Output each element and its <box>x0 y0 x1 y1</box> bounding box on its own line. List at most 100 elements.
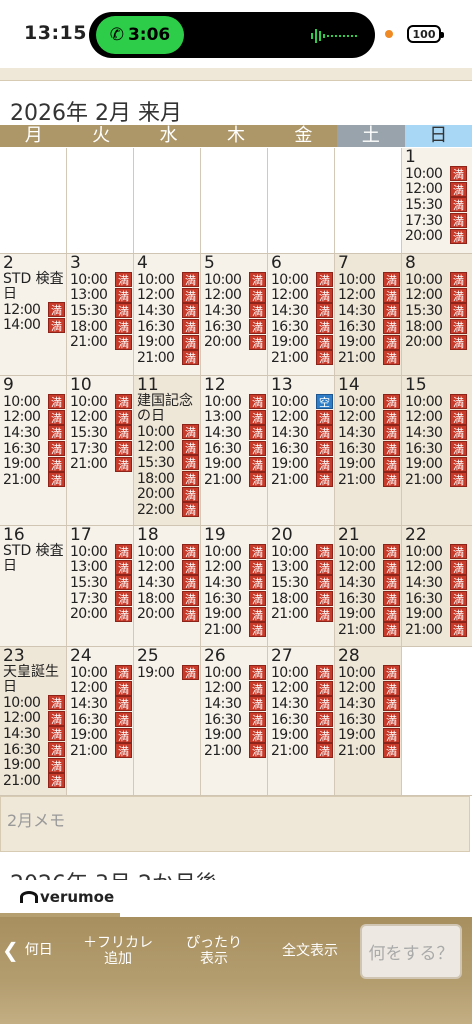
time-slot[interactable]: 12:00 満 <box>338 287 401 303</box>
time-slot[interactable]: 16:30 満 <box>405 441 472 457</box>
time-slot[interactable]: 14:30 満 <box>3 425 66 441</box>
back-button[interactable]: ❮ 何日 <box>2 940 53 960</box>
calendar-day-cell[interactable]: 13 10:00 空 12:00 満 14:30 満 16:30 満 19:00 満 21:00 満 <box>268 376 335 525</box>
time-slot[interactable]: 17:30 満 <box>70 591 133 607</box>
calendar-day-cell[interactable]: 25 19:00 満 <box>134 647 201 795</box>
time-slot[interactable]: 16:30 満 <box>204 319 267 335</box>
calendar-day-cell[interactable]: 6 10:00 満 12:00 満 14:30 満 16:30 満 19:00 満 21:00 満 <box>268 254 335 375</box>
time-slot[interactable]: 10:00 満 <box>137 424 200 440</box>
time-slot[interactable]: 12:00 満 <box>204 680 267 696</box>
calendar-day-cell[interactable]: 10 10:00 満 12:00 満 15:30 満 17:30 満 21:00 満 <box>67 376 134 525</box>
calendar-day-cell[interactable]: 14 10:00 満 12:00 満 14:30 満 16:30 満 19:00 満 21:00 満 <box>335 376 402 525</box>
time-slot[interactable]: 12:00 満 <box>271 409 334 425</box>
calendar-day-cell[interactable]: 18 10:00 満 12:00 満 14:30 満 18:00 満 20:00 満 <box>134 526 201 646</box>
time-slot[interactable]: 14:30 満 <box>338 696 401 712</box>
time-slot[interactable]: 12:00 満 <box>338 680 401 696</box>
calendar-day-cell[interactable]: 27 10:00 満 12:00 満 14:30 満 16:30 満 19:00 満 21:00 満 <box>268 647 335 795</box>
calendar-day-cell[interactable]: 4 10:00 満 12:00 満 14:30 満 16:30 満 19:00 満 21:00 満 <box>134 254 201 375</box>
time-slot[interactable]: 20:00 満 <box>405 334 472 350</box>
time-slot[interactable]: 16:30 満 <box>204 441 267 457</box>
calendar-day-cell[interactable]: 16 STD 検査日 <box>0 526 67 646</box>
calendar-day-cell[interactable]: 5 10:00 満 12:00 満 14:30 満 16:30 満 20:00 満 <box>201 254 268 375</box>
time-slot[interactable]: 12:00 満 <box>338 559 401 575</box>
time-slot[interactable]: 20:00 満 <box>204 334 267 350</box>
time-slot[interactable]: 14:30 満 <box>271 303 334 319</box>
time-slot[interactable]: 19:00 満 <box>3 757 66 773</box>
time-slot[interactable]: 14:30 満 <box>338 425 401 441</box>
add-furigana-button[interactable]: ＋フリカレ 追加 <box>76 935 160 967</box>
time-slot[interactable]: 14:30 満 <box>70 696 133 712</box>
time-slot[interactable]: 12:00 満 <box>204 559 267 575</box>
time-slot[interactable]: 19:00 満 <box>137 334 200 350</box>
time-slot[interactable]: 14:30 満 <box>338 575 401 591</box>
time-slot[interactable]: 10:00 空 <box>271 394 334 410</box>
time-slot[interactable]: 12:00 満 <box>405 409 472 425</box>
time-slot[interactable]: 21:00 満 <box>271 472 334 488</box>
time-slot[interactable]: 21:00 満 <box>137 350 200 366</box>
time-slot[interactable]: 10:00 満 <box>137 544 200 560</box>
calendar-day-cell[interactable]: 17 10:00 満 13:00 満 15:30 満 17:30 満 20:00 満 <box>67 526 134 646</box>
time-slot[interactable]: 20:00 満 <box>137 606 200 622</box>
calendar-day-cell[interactable]: 15 10:00 満 12:00 満 14:30 満 16:30 満 19:00 満 21:00 満 <box>402 376 472 525</box>
time-slot[interactable]: 21:00 満 <box>70 334 133 350</box>
time-slot[interactable]: 21:00 満 <box>338 472 401 488</box>
calendar-day-cell[interactable]: 23 天皇誕生日 10:00 満 12:00 満 14:30 満 16:30 満 19:00 満 21:… <box>0 647 67 795</box>
time-slot[interactable]: 13:00 満 <box>70 287 133 303</box>
time-slot[interactable]: 15:30 満 <box>271 575 334 591</box>
time-slot[interactable]: 18:00 満 <box>271 591 334 607</box>
time-slot[interactable]: 10:00 満 <box>338 665 401 681</box>
time-slot[interactable]: 21:00 満 <box>3 472 66 488</box>
time-slot[interactable]: 21:00 満 <box>3 773 66 789</box>
time-slot[interactable]: 12:00 満 <box>3 302 66 318</box>
time-slot[interactable]: 10:00 満 <box>204 665 267 681</box>
calendar-day-cell[interactable]: 1 10:00 満 12:00 満 15:30 満 17:30 満 20:00 満 <box>402 148 472 253</box>
time-slot[interactable]: 14:30 満 <box>204 425 267 441</box>
time-slot[interactable]: 10:00 満 <box>405 272 472 288</box>
time-slot[interactable]: 18:00 満 <box>70 319 133 335</box>
time-slot[interactable]: 16:30 満 <box>405 591 472 607</box>
time-slot[interactable]: 22:00 満 <box>137 502 200 518</box>
time-slot[interactable]: 10:00 満 <box>271 665 334 681</box>
time-slot[interactable]: 18:00 満 <box>137 591 200 607</box>
time-slot[interactable]: 16:30 満 <box>3 441 66 457</box>
time-slot[interactable]: 12:00 満 <box>338 409 401 425</box>
time-slot[interactable]: 20:00 満 <box>405 228 472 244</box>
time-slot[interactable]: 19:00 満 <box>405 606 472 622</box>
time-slot[interactable]: 10:00 満 <box>271 272 334 288</box>
time-slot[interactable]: 15:30 満 <box>70 303 133 319</box>
time-slot[interactable]: 12:00 満 <box>271 680 334 696</box>
calendar-day-cell[interactable]: 8 10:00 満 12:00 満 15:30 満 18:00 満 20:00 満 <box>402 254 472 375</box>
time-slot[interactable]: 19:00 満 <box>70 727 133 743</box>
time-slot[interactable]: 20:00 満 <box>70 606 133 622</box>
calendar-day-cell[interactable]: 9 10:00 満 12:00 満 14:30 満 16:30 満 19:00 満 21:00 満 <box>0 376 67 525</box>
calendar-day-cell[interactable]: 19 10:00 満 12:00 満 14:30 満 16:30 満 19:00 満 21:00 満 <box>201 526 268 646</box>
time-slot[interactable]: 19:00 満 <box>405 456 472 472</box>
calendar-day-cell[interactable]: 20 10:00 満 13:00 満 15:30 満 18:00 満 21:00 満 <box>268 526 335 646</box>
time-slot[interactable]: 19:00 満 <box>271 456 334 472</box>
time-slot[interactable]: 21:00 満 <box>204 472 267 488</box>
time-slot[interactable]: 21:00 満 <box>271 350 334 366</box>
time-slot[interactable]: 15:30 満 <box>405 197 472 213</box>
time-slot[interactable]: 16:30 満 <box>271 441 334 457</box>
time-slot[interactable]: 19:00 満 <box>338 456 401 472</box>
time-slot[interactable]: 21:00 満 <box>405 472 472 488</box>
time-slot[interactable]: 10:00 満 <box>70 544 133 560</box>
time-slot[interactable]: 21:00 満 <box>338 622 401 638</box>
time-slot[interactable]: 14:30 満 <box>405 575 472 591</box>
time-slot[interactable]: 14:30 満 <box>137 575 200 591</box>
time-slot[interactable]: 14:30 満 <box>137 303 200 319</box>
time-slot[interactable]: 14:30 満 <box>204 575 267 591</box>
time-slot[interactable]: 19:00 満 <box>338 727 401 743</box>
calendar-day-cell[interactable]: 22 10:00 満 12:00 満 14:30 満 16:30 満 19:00 満 21:00 満 <box>402 526 472 646</box>
time-slot[interactable]: 14:30 満 <box>271 425 334 441</box>
time-slot[interactable]: 16:30 満 <box>70 712 133 728</box>
time-slot[interactable]: 12:00 満 <box>271 287 334 303</box>
calendar-day-cell[interactable]: 7 10:00 満 12:00 満 14:30 満 16:30 満 19:00 満 21:00 満 <box>335 254 402 375</box>
time-slot[interactable]: 16:30 満 <box>338 591 401 607</box>
time-slot[interactable]: 12:00 満 <box>137 287 200 303</box>
time-slot[interactable]: 12:00 満 <box>204 287 267 303</box>
time-slot[interactable]: 10:00 満 <box>70 394 133 410</box>
time-slot[interactable]: 19:00 満 <box>338 334 401 350</box>
time-slot[interactable]: 12:00 満 <box>405 559 472 575</box>
memo-field[interactable]: 2月メモ <box>0 796 470 852</box>
